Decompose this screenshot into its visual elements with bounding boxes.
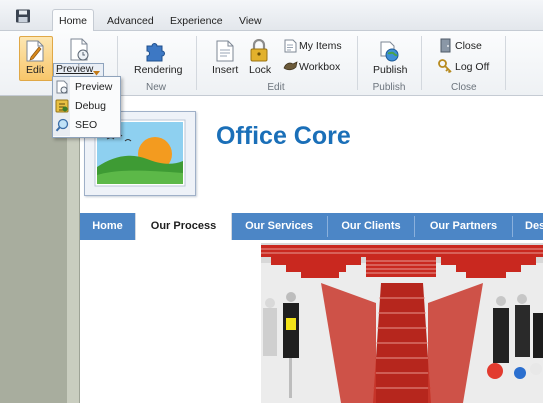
nav-des[interactable]: Des (513, 213, 543, 240)
hero-showroom-image (261, 243, 543, 403)
workbox-icon (283, 61, 298, 75)
my-items-icon (284, 39, 297, 56)
debug-icon (55, 99, 69, 116)
rendering-button[interactable]: Rendering (134, 64, 182, 76)
group-separator (357, 36, 358, 90)
group-separator (421, 36, 422, 90)
site-title: Office Core (216, 122, 351, 150)
tab-experience[interactable]: Experience (164, 13, 229, 30)
nav-our-services[interactable]: Our Services (231, 213, 327, 240)
nav-home[interactable]: Home (80, 213, 135, 240)
close-door-icon (440, 38, 451, 56)
left-panel-border (67, 96, 80, 403)
workbox-button[interactable]: Workbox (299, 61, 340, 73)
group-label-close: Close (451, 82, 477, 93)
publish-button[interactable]: Publish (373, 64, 407, 76)
rendering-puzzle-icon (144, 40, 168, 65)
tab-view[interactable]: View (233, 13, 268, 30)
preview-page-icon (69, 38, 91, 65)
nav-our-partners[interactable]: Our Partners (415, 213, 512, 240)
preview-label: Preview (56, 63, 94, 75)
nav-our-process[interactable]: Our Process (135, 213, 232, 240)
seo-magnifier-icon (55, 118, 70, 135)
publish-globe-icon (378, 40, 400, 65)
edit-label: Edit (26, 64, 45, 76)
lock-button[interactable]: Lock (249, 64, 271, 76)
group-label-edit: Edit (267, 82, 285, 93)
save-icon[interactable] (15, 9, 31, 23)
tab-advanced[interactable]: Advanced (101, 13, 160, 30)
insert-page-icon (215, 40, 235, 65)
close-button[interactable]: Close (455, 40, 482, 52)
lock-icon (250, 38, 268, 65)
my-items-button[interactable]: My Items (299, 40, 342, 52)
group-label-new: New (145, 82, 166, 93)
preview-page-icon (56, 80, 69, 97)
log-off-key-icon (438, 59, 453, 76)
insert-button[interactable]: Insert (212, 64, 238, 76)
menu-item-label: Preview (75, 81, 113, 93)
menu-item-label: Debug (75, 100, 106, 112)
group-separator (196, 36, 197, 90)
menu-item-label: SEO (75, 119, 98, 131)
left-panel (0, 96, 67, 403)
group-separator (505, 36, 506, 90)
log-off-button[interactable]: Log Off (455, 61, 489, 73)
group-label-publish: Publish (372, 82, 406, 93)
edit-page-icon (25, 40, 45, 65)
tab-home[interactable]: Home (52, 9, 95, 32)
nav-our-clients[interactable]: Our Clients (328, 213, 414, 240)
